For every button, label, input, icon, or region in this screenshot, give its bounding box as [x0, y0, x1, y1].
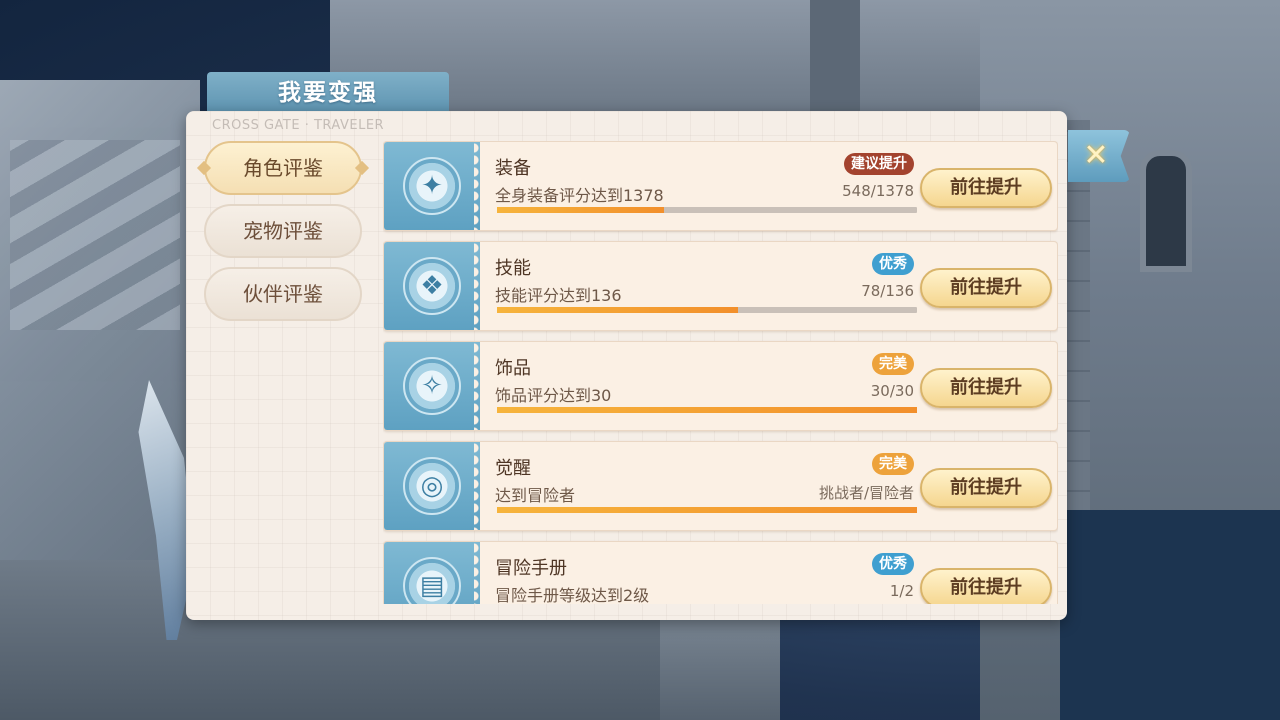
- background-pillar: [660, 610, 780, 720]
- dialog-title-tab: 我要变强: [207, 72, 449, 114]
- status-badge: 完美: [872, 453, 914, 475]
- skill-book-icon: ❖: [403, 257, 461, 315]
- progress-text: 78/136: [861, 282, 914, 300]
- tab-character-review[interactable]: 角色评鉴: [204, 141, 362, 195]
- close-icon: ✕: [1083, 138, 1109, 173]
- list-item-skill: ❖ 技能 技能评分达到136 优秀 78/136 前往提升: [383, 241, 1058, 331]
- improvement-list[interactable]: ✦ 装备 全身装备评分达到1378 建议提升 548/1378 前往提升 ❖ 技…: [383, 141, 1058, 604]
- progress-fill: [497, 407, 917, 413]
- background-water: [1060, 510, 1280, 720]
- progress-bar: [497, 507, 917, 513]
- status-badge: 建议提升: [844, 153, 914, 175]
- item-name: 装备: [495, 158, 531, 179]
- status-badge: 优秀: [872, 253, 914, 275]
- handbook-icon: ▤: [403, 557, 461, 604]
- progress-bar: [497, 207, 917, 213]
- progress-fill: [497, 507, 917, 513]
- icon-frame: ❖: [384, 242, 486, 330]
- icon-frame: ◎: [384, 442, 486, 530]
- go-improve-button[interactable]: 前往提升: [920, 368, 1052, 408]
- list-item-accessory: ✧ 饰品 饰品评分达到30 完美 30/30 前往提升: [383, 341, 1058, 431]
- dialog-title: 我要变强: [278, 80, 378, 106]
- progress-bar: [497, 307, 917, 313]
- item-description: 达到冒险者: [495, 486, 576, 505]
- go-improve-button[interactable]: 前往提升: [920, 268, 1052, 308]
- item-name: 觉醒: [495, 458, 531, 479]
- tab-pet-review[interactable]: 宠物评鉴: [204, 204, 362, 258]
- go-improve-button[interactable]: 前往提升: [920, 468, 1052, 508]
- icon-frame: ✦: [384, 142, 486, 230]
- close-button[interactable]: ✕: [1068, 130, 1130, 182]
- icon-frame: ▤: [384, 542, 486, 604]
- icon-frame: ✧: [384, 342, 486, 430]
- item-name: 冒险手册: [495, 558, 567, 579]
- item-description: 全身装备评分达到1378: [495, 186, 664, 205]
- progress-text: 548/1378: [842, 182, 914, 200]
- equipment-icon: ✦: [403, 157, 461, 215]
- progress-fill: [497, 207, 665, 213]
- go-improve-button[interactable]: 前往提升: [920, 168, 1052, 208]
- status-badge: 优秀: [872, 553, 914, 575]
- tab-partner-review[interactable]: 伙伴评鉴: [204, 267, 362, 321]
- item-name: 饰品: [495, 358, 531, 379]
- side-tab-list: 角色评鉴 宠物评鉴 伙伴评鉴: [204, 141, 369, 330]
- progress-text: 30/30: [870, 382, 914, 400]
- progress-text: 挑战者/冒险者: [818, 484, 914, 502]
- awaken-icon: ◎: [403, 457, 461, 515]
- progress-bar: [497, 407, 917, 413]
- progress-text: 1/2: [889, 582, 914, 600]
- item-name: 技能: [495, 258, 531, 279]
- dialog-subtitle: CROSS GATE · TRAVELER: [212, 118, 385, 133]
- status-badge: 完美: [872, 353, 914, 375]
- go-improve-button[interactable]: 前往提升: [920, 568, 1052, 604]
- list-item-handbook: ▤ 冒险手册 冒险手册等级达到2级 优秀 1/2 前往提升: [383, 541, 1058, 604]
- list-item-awaken: ◎ 觉醒 达到冒险者 完美 挑战者/冒险者 前往提升: [383, 441, 1058, 531]
- item-description: 饰品评分达到30: [495, 386, 612, 405]
- progress-fill: [497, 307, 739, 313]
- list-item-equipment: ✦ 装备 全身装备评分达到1378 建议提升 548/1378 前往提升: [383, 141, 1058, 231]
- item-description: 冒险手册等级达到2级: [495, 586, 650, 604]
- item-description: 技能评分达到136: [495, 286, 622, 305]
- become-stronger-panel: CROSS GATE · TRAVELER 角色评鉴 宠物评鉴 伙伴评鉴 ✦ 装…: [186, 111, 1067, 620]
- accessory-icon: ✧: [403, 357, 461, 415]
